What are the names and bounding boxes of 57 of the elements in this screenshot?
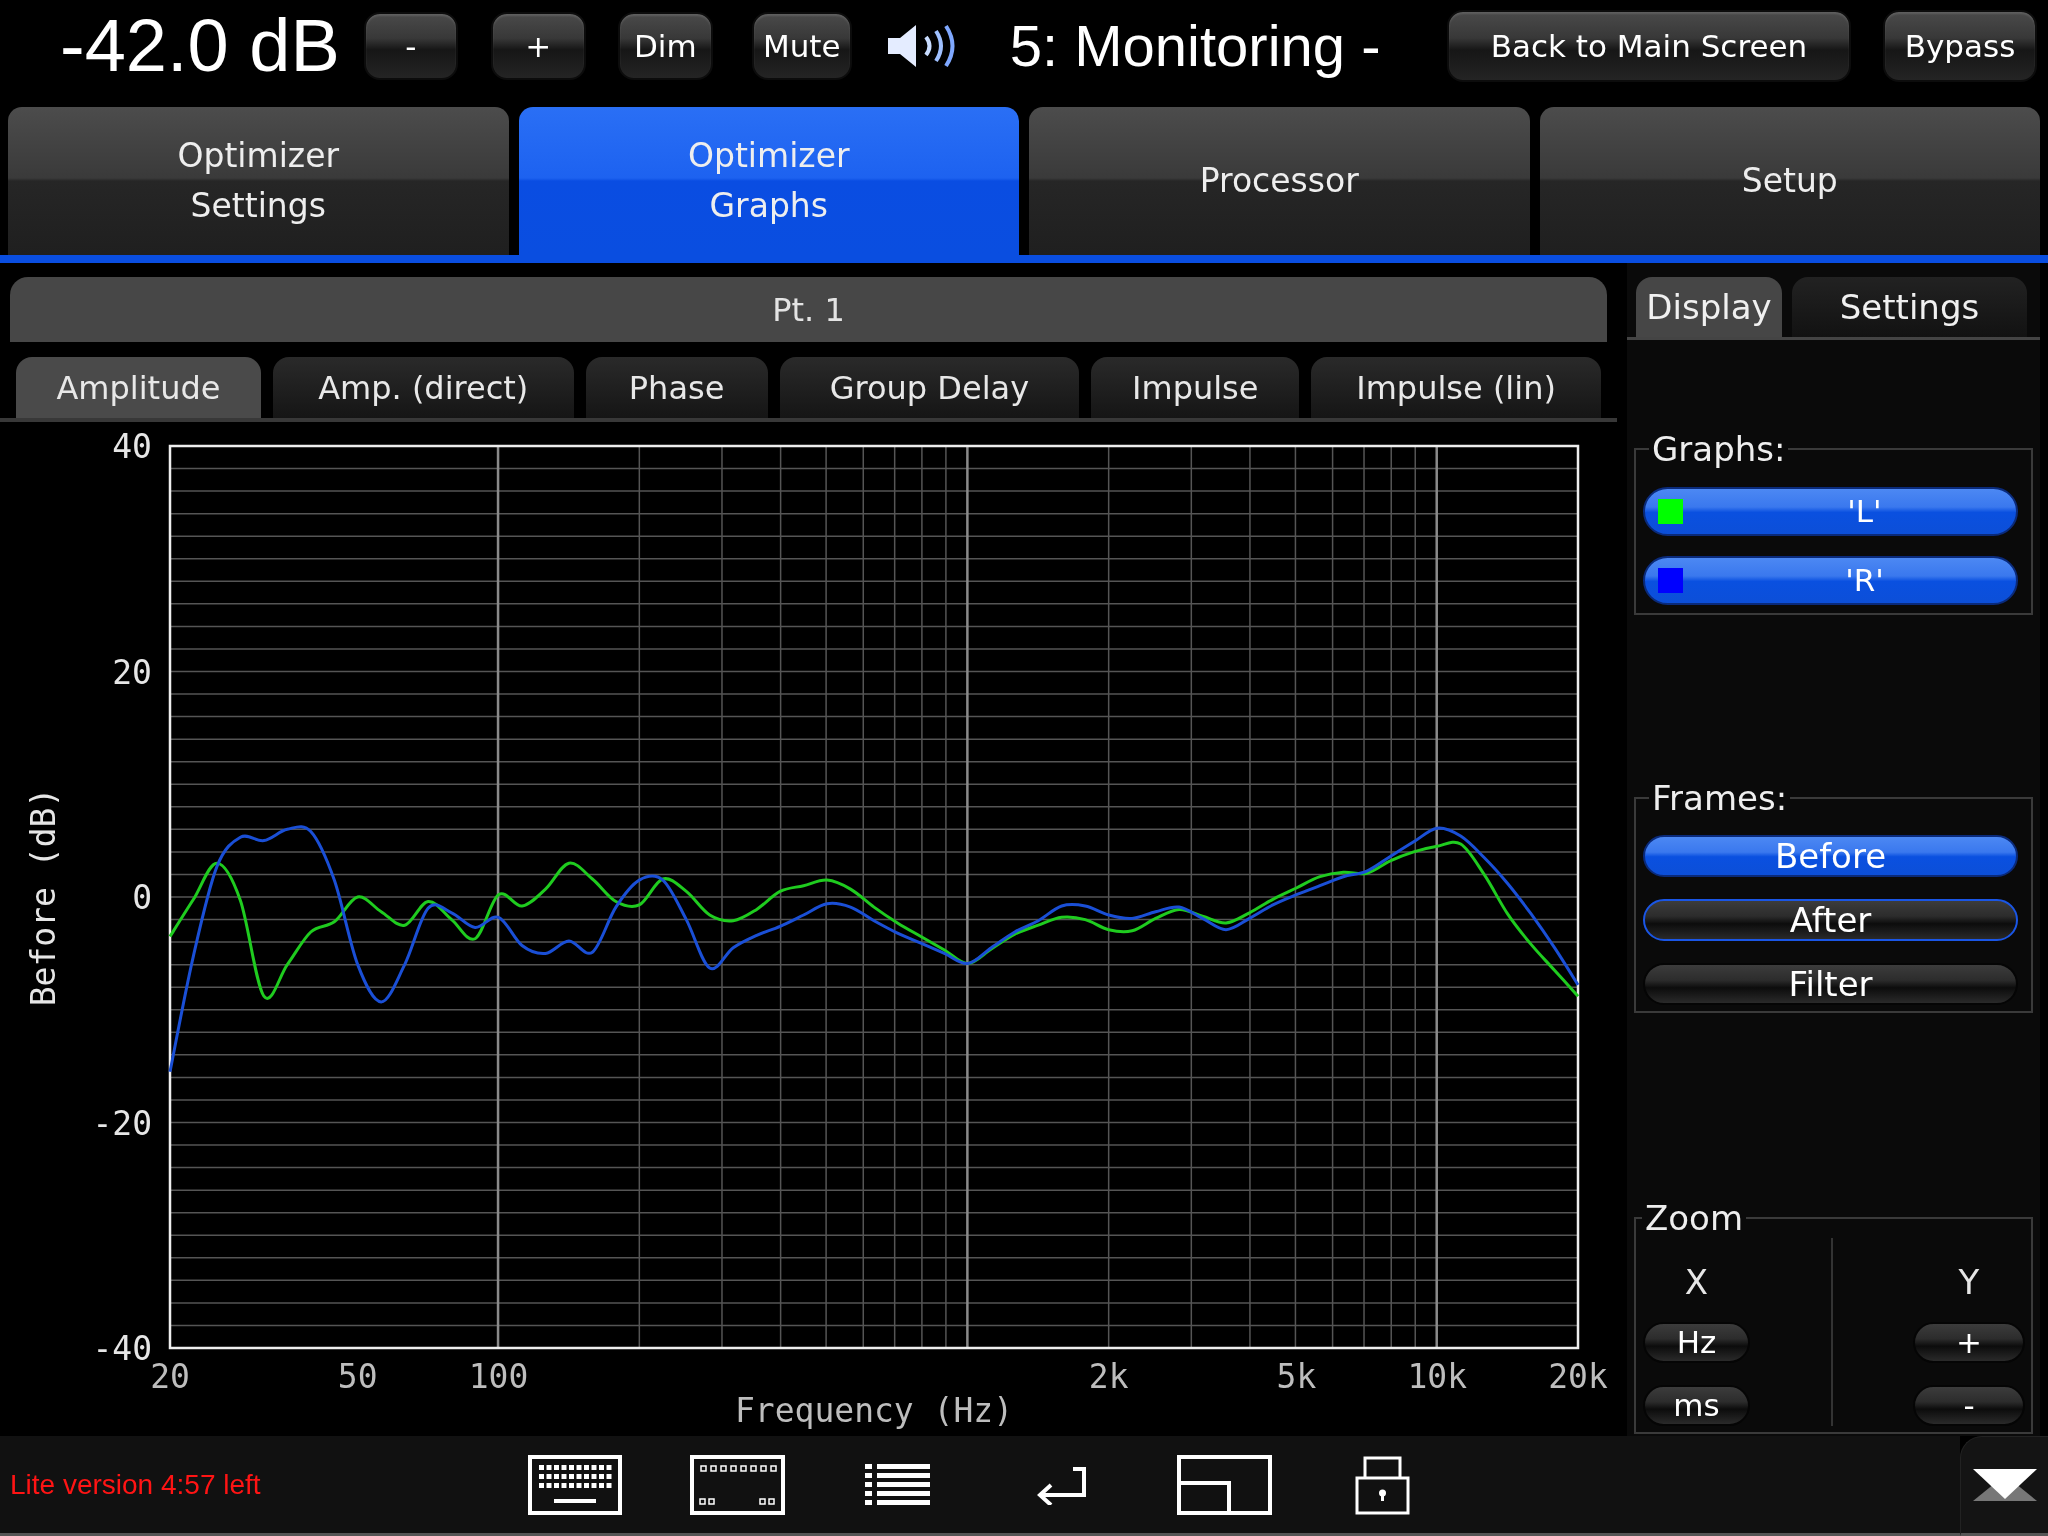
trial-notice: Lite version 4:57 left — [10, 1468, 261, 1500]
axis-label: X — [1684, 1262, 1709, 1302]
panel-title: Pt. 1 — [10, 277, 1607, 342]
back-button[interactable]: Back to Main Screen — [1447, 10, 1851, 82]
x-tick-label: 50 — [337, 1357, 378, 1396]
zoom-button[interactable]: Hz — [1643, 1322, 1750, 1363]
mute-button[interactable]: Mute — [751, 12, 852, 80]
graph-toggle[interactable]: 'L' — [1643, 487, 2018, 536]
graph-tab[interactable]: Phase — [585, 357, 768, 418]
x-tick-label: 20 — [150, 1357, 190, 1396]
zoom-button[interactable]: + — [1913, 1322, 2025, 1363]
frame-option[interactable]: Before — [1643, 835, 2018, 877]
main-tab[interactable]: Processor — [1029, 107, 1530, 255]
side-tab[interactable]: Settings — [1792, 277, 2027, 337]
frame-option[interactable]: After — [1643, 899, 2018, 941]
volume-readout: -42.0 dB — [60, 9, 340, 83]
graph-tab[interactable]: Impulse — [1091, 357, 1300, 418]
minus-button[interactable]: - — [363, 12, 458, 80]
y-tick-label: -20 — [92, 1103, 152, 1143]
side-tab[interactable]: Display — [1636, 277, 1782, 337]
dim-button[interactable]: Dim — [617, 12, 713, 80]
x-tick-label: 2k — [1088, 1357, 1129, 1396]
compact-keyboard-icon[interactable] — [690, 1454, 785, 1515]
graph-tab[interactable]: Group Delay — [779, 357, 1080, 418]
x-tick-label: 10k — [1407, 1357, 1467, 1396]
graph-toggle[interactable]: 'R' — [1643, 556, 2018, 605]
collapse-button[interactable] — [1960, 1436, 2048, 1536]
x-tick-label: 100 — [468, 1357, 529, 1396]
triangle-down-icon — [1972, 1469, 2037, 1501]
zoom-button[interactable]: - — [1913, 1385, 2025, 1426]
window-layout-icon[interactable] — [1177, 1454, 1272, 1515]
group-title: Zoom — [1644, 1198, 1744, 1238]
y-tick-label: 0 — [132, 878, 152, 917]
padlock-icon[interactable] — [1355, 1454, 1410, 1515]
graph-tab[interactable]: Amp. (direct) — [272, 357, 574, 418]
y-tick-label: 40 — [112, 427, 152, 466]
main-tab[interactable]: Setup — [1539, 107, 2040, 255]
graph-tab[interactable]: Impulse (lin) — [1311, 357, 1601, 418]
x-axis-title: Frequency (Hz) — [734, 1391, 1014, 1430]
y-tick-label: 20 — [112, 652, 152, 692]
graph-tab[interactable]: Amplitude — [16, 357, 261, 418]
main-tab[interactable]: Optimizer Graphs — [518, 107, 1019, 255]
keyboard-icon[interactable] — [528, 1454, 622, 1515]
x-tick-label: 20k — [1548, 1357, 1608, 1396]
x-tick-label: 5k — [1276, 1357, 1317, 1396]
plus-button[interactable]: + — [490, 12, 586, 80]
y-axis-title: Before (dB) — [23, 787, 63, 1007]
return-arrow-icon[interactable] — [1035, 1464, 1088, 1505]
axis-label: Y — [1958, 1262, 1980, 1302]
frame-option[interactable]: Filter — [1643, 963, 2018, 1005]
list-icon[interactable] — [865, 1462, 930, 1507]
main-tab[interactable]: Optimizer Settings — [8, 107, 509, 255]
group-title: Graphs: — [1651, 429, 1787, 469]
bypass-button[interactable]: Bypass — [1883, 10, 2037, 82]
y-tick-label: -40 — [92, 1329, 152, 1368]
group-title: Frames: — [1651, 778, 1789, 818]
zoom-button[interactable]: ms — [1643, 1385, 1750, 1426]
